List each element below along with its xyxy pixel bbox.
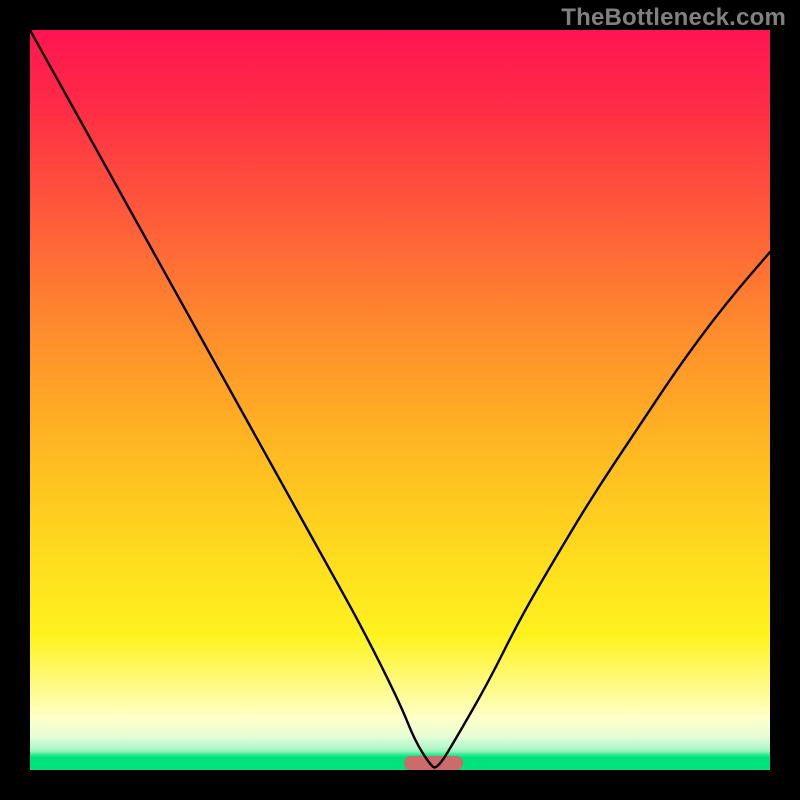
watermark-text: TheBottleneck.com — [561, 4, 786, 32]
bottleneck-curve — [30, 30, 770, 767]
plot-area — [30, 30, 770, 770]
curve-layer — [30, 30, 770, 770]
chart-frame: TheBottleneck.com — [0, 0, 800, 800]
